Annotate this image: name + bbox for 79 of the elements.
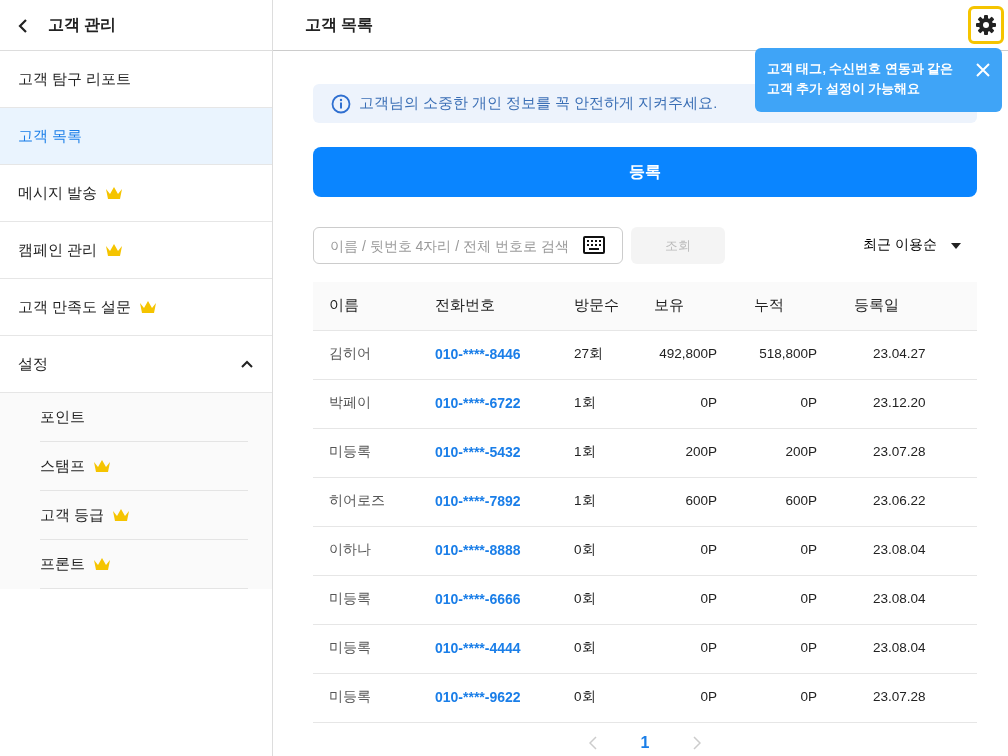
register-button[interactable]: 등록 [313,147,977,197]
sidebar-item[interactable]: 캠페인 관리 [0,222,272,279]
table-cell: 1회 [573,477,653,526]
phone-link[interactable]: 010-****-5432 [434,428,573,477]
table-cell: 600P [753,477,853,526]
keyboard-icon [583,236,605,254]
phone-link[interactable]: 010-****-8888 [434,526,573,575]
phone-link[interactable]: 010-****-6666 [434,575,573,624]
column-header: 방문수 [573,282,653,330]
table-cell: 23.07.28 [853,673,977,722]
table-cell: 미등록 [313,624,434,673]
table-cell: 0회 [573,624,653,673]
chevron-left-icon [588,735,597,750]
table-cell: 0P [753,575,853,624]
sidebar-subitem[interactable]: 프론트 [40,540,248,589]
table-cell: 200P [653,428,753,477]
column-header: 누적 [753,282,853,330]
table-cell: 박페이 [313,379,434,428]
settings-button[interactable] [968,6,1004,44]
table-cell: 200P [753,428,853,477]
table-cell: 히어로즈 [313,477,434,526]
table-cell: 미등록 [313,428,434,477]
table-cell: 0P [653,673,753,722]
phone-link[interactable]: 010-****-7892 [434,477,573,526]
close-icon [976,62,990,77]
table-cell: 0P [653,379,753,428]
table-cell: 600P [653,477,753,526]
notice-text: 고객님의 소중한 개인 정보를 꼭 안전하게 지켜주세요. [359,93,718,113]
column-header: 등록일 [853,282,977,330]
chevron-right-icon [693,735,702,750]
table-cell: 492,800P [653,330,753,379]
column-header: 보유 [653,282,753,330]
table-cell: 미등록 [313,575,434,624]
column-header: 이름 [313,282,434,330]
table-cell: 0P [653,526,753,575]
sidebar-subitem[interactable]: 포인트 [40,393,248,442]
table-cell: 0회 [573,526,653,575]
table-cell: 미등록 [313,673,434,722]
table-cell: 518,800P [753,330,853,379]
page-number[interactable]: 1 [640,730,650,755]
table-cell: 이하나 [313,526,434,575]
table-cell: 23.08.04 [853,526,977,575]
phone-link[interactable]: 010-****-6722 [434,379,573,428]
sidebar-subitem[interactable]: 스탬프 [40,442,248,491]
table-cell: 0P [653,575,753,624]
table-cell: 0P [653,624,753,673]
phone-link[interactable]: 010-****-8446 [434,330,573,379]
table-cell: 23.08.04 [853,624,977,673]
table-cell: 김히어 [313,330,434,379]
table-cell: 0P [753,526,853,575]
table-cell: 23.06.22 [853,477,977,526]
table-cell: 27회 [573,330,653,379]
table-cell: 0P [753,673,853,722]
sidebar-item[interactable]: 고객 만족도 설문 [0,279,272,336]
table-cell: 0회 [573,575,653,624]
phone-link[interactable]: 010-****-9622 [434,673,573,722]
column-header: 전화번호 [434,282,573,330]
sidebar-title: 고객 관리 [48,15,117,35]
sidebar-subitem[interactable]: 고객 등급 [40,491,248,540]
table-cell: 1회 [573,428,653,477]
sidebar-item[interactable]: 고객 목록 [0,108,272,165]
chevron-up-icon [240,359,254,369]
phone-link[interactable]: 010-****-4444 [434,624,573,673]
table-cell: 23.12.20 [853,379,977,428]
tooltip-text: 고객 태그, 수신번호 연동과 같은 고객 추가 설정이 가능해요 [767,61,954,98]
caret-down-icon [951,242,961,249]
table-cell: 0회 [573,673,653,722]
table-cell: 1회 [573,379,653,428]
sidebar-item[interactable]: 메시지 발송 [0,165,272,222]
table-cell: 0P [753,379,853,428]
table-cell: 23.04.27 [853,330,977,379]
table-cell: 23.07.28 [853,428,977,477]
info-icon [331,93,351,114]
table-cell: 23.08.04 [853,575,977,624]
chevron-left-icon [18,17,28,34]
sort-dropdown[interactable]: 최근 이용순 [863,235,977,256]
table-cell: 0P [753,624,853,673]
page-title: 고객 목록 [305,15,374,35]
search-field[interactable]: 이름 / 뒷번호 4자리 / 전체 번호로 검색 [313,227,623,264]
